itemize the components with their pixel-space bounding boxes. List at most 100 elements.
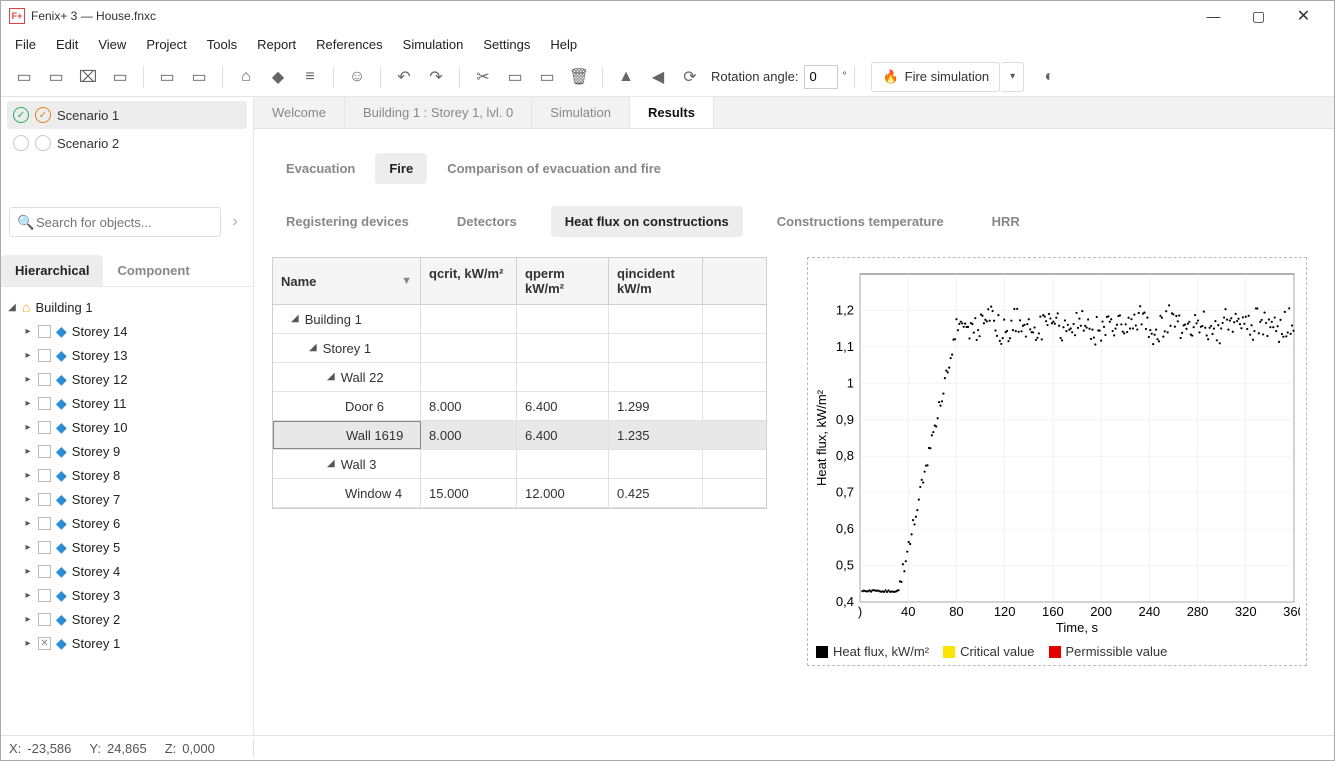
tree-row-storey[interactable]: ▸ ◆ Storey 7 — [23, 487, 247, 511]
tree-row-storey[interactable]: ▸ ◆ Storey 10 — [23, 415, 247, 439]
tree-row-storey[interactable]: ▸ ◆ Storey 11 — [23, 391, 247, 415]
sub2tab-hrr[interactable]: HRR — [978, 206, 1034, 237]
checkbox[interactable] — [38, 397, 51, 410]
layer-icon: ◆ — [56, 395, 67, 412]
doc-tab-results[interactable]: Results — [630, 97, 714, 128]
search-input[interactable] — [9, 207, 221, 237]
checkbox[interactable] — [38, 469, 51, 482]
checkbox[interactable] — [38, 565, 51, 578]
tab-component[interactable]: Component — [103, 255, 203, 286]
tree-row-storey[interactable]: ▸ ◆ Storey 8 — [23, 463, 247, 487]
checkbox[interactable] — [38, 349, 51, 362]
sliders-icon[interactable]: ≡ — [295, 62, 325, 92]
menu-settings[interactable]: Settings — [473, 33, 540, 56]
checkbox[interactable] — [38, 541, 51, 554]
caret-right-icon: ▸ — [23, 350, 33, 361]
sub2tab-detectors[interactable]: Detectors — [443, 206, 531, 237]
th-qperm[interactable]: qperm kW/m² — [517, 258, 609, 304]
th-qincident[interactable]: qincident kW/m — [609, 258, 703, 304]
checkbox[interactable] — [38, 589, 51, 602]
table-row[interactable]: ◢Storey 1 — [273, 334, 766, 363]
scenario-item-1[interactable]: ✓ ✓ Scenario 1 — [7, 101, 247, 129]
tree-row-storey[interactable]: ▸ ◆ Storey 6 — [23, 511, 247, 535]
open-icon[interactable]: ▭ — [41, 62, 71, 92]
checkbox[interactable] — [38, 613, 51, 626]
doc-tab-simulation[interactable]: Simulation — [532, 97, 630, 128]
play-icon[interactable]: ◐ — [1034, 62, 1064, 92]
menu-simulation[interactable]: Simulation — [393, 33, 474, 56]
undo-icon[interactable]: ↶ — [389, 62, 419, 92]
search-go-button[interactable]: › — [225, 207, 245, 237]
table-row[interactable]: ◢Building 1 — [273, 305, 766, 334]
redo-icon[interactable]: ↷ — [421, 62, 451, 92]
menu-help[interactable]: Help — [540, 33, 587, 56]
th-qcrit[interactable]: qcrit, kW/m² — [421, 258, 517, 304]
subtab-fire[interactable]: Fire — [375, 153, 427, 184]
menu-references[interactable]: References — [306, 33, 392, 56]
sub2tab-registering[interactable]: Registering devices — [272, 206, 423, 237]
checkbox[interactable] — [38, 493, 51, 506]
close-button[interactable]: ✕ — [1281, 1, 1326, 31]
table-row[interactable]: Wall 1619 8.000 6.400 1.235 — [273, 421, 766, 450]
object-tree[interactable]: ◢ ⌂ Building 1 ▸ ◆ Storey 14▸ ◆ Storey 1… — [1, 287, 253, 735]
delete-icon[interactable]: 🗑 — [564, 62, 594, 92]
checkbox[interactable] — [38, 445, 51, 458]
tree-row-building[interactable]: ◢ ⌂ Building 1 — [7, 295, 247, 319]
th-name[interactable]: Name ▼ — [273, 258, 421, 304]
mirror-v-icon[interactable]: ▲ — [611, 62, 641, 92]
tree-row-storey[interactable]: ▸ ◆ Storey 9 — [23, 439, 247, 463]
subtab-evacuation[interactable]: Evacuation — [272, 153, 369, 184]
house-icon[interactable]: ⌂ — [231, 62, 261, 92]
copy-icon[interactable]: ▭ — [500, 62, 530, 92]
tree-row-storey[interactable]: ▸ ◆ Storey 5 — [23, 535, 247, 559]
sub2tab-heatflux[interactable]: Heat flux on constructions — [551, 206, 743, 237]
tree-label: Storey 4 — [72, 564, 120, 579]
paste-icon[interactable]: ▭ — [532, 62, 562, 92]
table-row[interactable]: ◢Wall 22 — [273, 363, 766, 392]
fire-simulation-dropdown[interactable]: ▾ — [1002, 62, 1024, 92]
fire-simulation-button[interactable]: 🔥 Fire simulation — [871, 62, 1000, 92]
table-row[interactable]: Door 6 8.000 6.400 1.299 — [273, 392, 766, 421]
copy-sheet-icon[interactable]: ▭ — [184, 62, 214, 92]
save-icon[interactable]: ▭ — [105, 62, 135, 92]
tree-row-storey[interactable]: ▸ ◆ Storey 14 — [23, 319, 247, 343]
rotation-input[interactable] — [804, 65, 838, 89]
add-sheet-icon[interactable]: ▭ — [152, 62, 182, 92]
maximize-button[interactable]: ▢ — [1236, 1, 1281, 31]
minimize-button[interactable]: — — [1191, 1, 1236, 31]
rotate-icon[interactable]: ⟳ — [675, 62, 705, 92]
cut-icon[interactable]: ✂ — [468, 62, 498, 92]
checkbox[interactable] — [38, 517, 51, 530]
tree-row-storey[interactable]: ▸ ◆ Storey 3 — [23, 583, 247, 607]
menu-file[interactable]: File — [5, 33, 46, 56]
tree-row-storey[interactable]: ▸ ◆ Storey 4 — [23, 559, 247, 583]
tab-hierarchical[interactable]: Hierarchical — [1, 255, 103, 286]
menu-view[interactable]: View — [88, 33, 136, 56]
scenario-item-2[interactable]: Scenario 2 — [7, 129, 247, 157]
menu-edit[interactable]: Edit — [46, 33, 88, 56]
checkbox[interactable]: ✕ — [38, 637, 51, 650]
sub2tab-temperature[interactable]: Constructions temperature — [763, 206, 958, 237]
close-doc-icon[interactable]: ⌧ — [73, 62, 103, 92]
new-icon[interactable]: ▭ — [9, 62, 39, 92]
menu-project[interactable]: Project — [136, 33, 196, 56]
tree-row-storey[interactable]: ▸ ◆ Storey 2 — [23, 607, 247, 631]
subtab-comparison[interactable]: Comparison of evacuation and fire — [433, 153, 675, 184]
checkbox[interactable] — [38, 325, 51, 338]
tree-row-storey[interactable]: ▸ ◆ Storey 12 — [23, 367, 247, 391]
people-icon[interactable]: ☺ — [342, 62, 372, 92]
table-row[interactable]: Window 4 15.000 12.000 0.425 — [273, 479, 766, 508]
tree-row-storey[interactable]: ▸ ◆ Storey 13 — [23, 343, 247, 367]
doc-tab-welcome[interactable]: Welcome — [254, 97, 345, 128]
checkbox[interactable] — [38, 421, 51, 434]
mirror-h-icon[interactable]: ◀ — [643, 62, 673, 92]
table-row[interactable]: ◢Wall 3 — [273, 450, 766, 479]
checkbox[interactable] — [38, 373, 51, 386]
menu-report[interactable]: Report — [247, 33, 306, 56]
filter-icon[interactable]: ▼ — [401, 275, 412, 287]
tree-row-storey[interactable]: ▸ ✕ ◆ Storey 1 — [23, 631, 247, 655]
doc-tab-building[interactable]: Building 1 : Storey 1, lvl. 0 — [345, 97, 532, 128]
menu-tools[interactable]: Tools — [197, 33, 247, 56]
cell-qperm — [517, 334, 609, 362]
layers-icon[interactable]: ◆ — [263, 62, 293, 92]
